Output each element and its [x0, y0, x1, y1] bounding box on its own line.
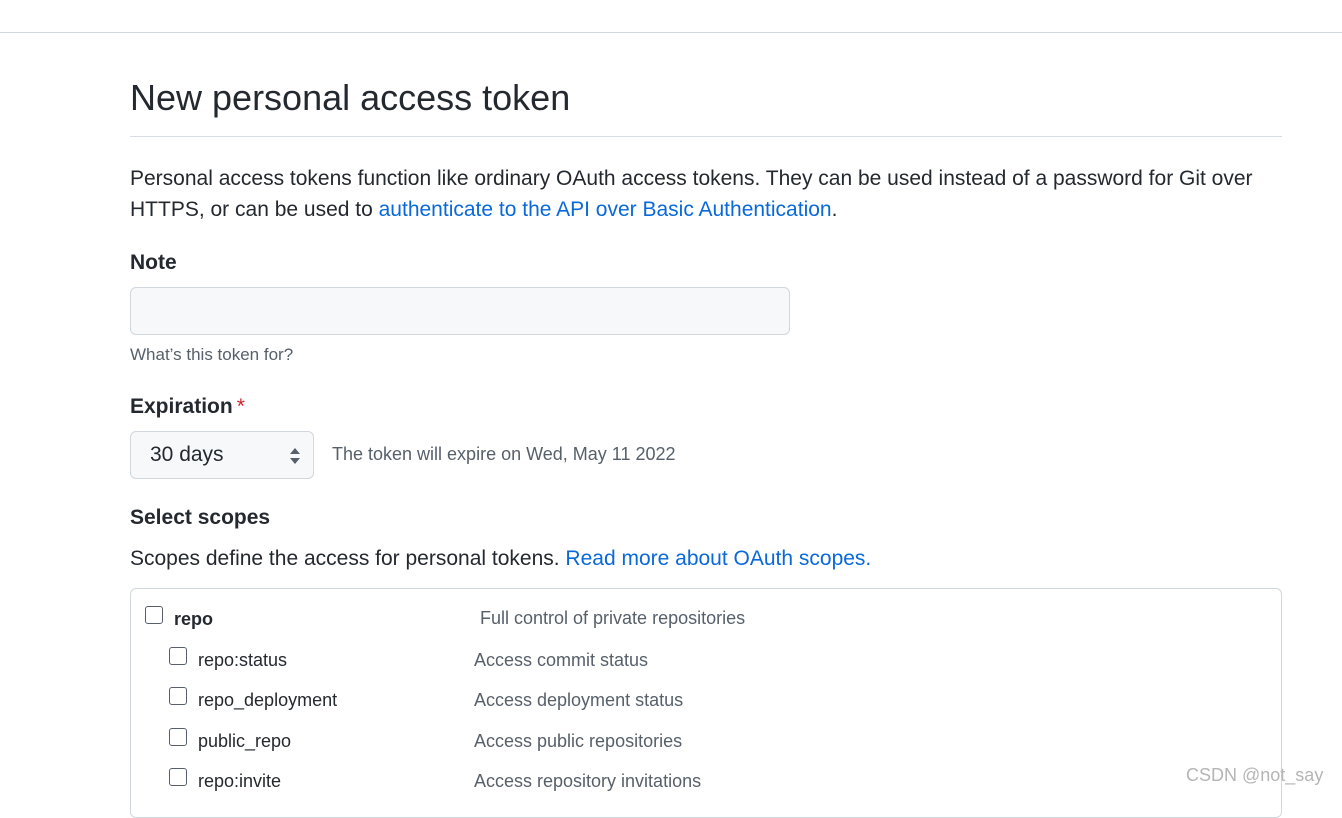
scope-row-repo-invite: repo:invite Access repository invitation… [131, 766, 1281, 796]
intro-text-end: . [831, 198, 838, 221]
scope-checkbox-public-repo[interactable] [169, 728, 187, 746]
scope-row-public-repo: public_repo Access public repositories [131, 726, 1281, 756]
scope-name: repo [174, 609, 214, 629]
expiration-label-row: Expiration * [130, 394, 245, 420]
scope-desc: Access deployment status [474, 690, 684, 710]
expiration-select-value: 30 days [150, 443, 224, 466]
scope-desc: Full control of private repositories [480, 608, 746, 628]
scope-checkbox-repo-status[interactable] [169, 647, 187, 665]
scope-row-repo-deployment: repo_deployment Access deployment status [131, 685, 1281, 715]
expiration-note: The token will expire on Wed, May 11 202… [332, 444, 676, 464]
note-label: Note [130, 251, 177, 274]
scope-row-repo: repo Full control of private repositorie… [131, 603, 1281, 633]
intro-paragraph: Personal access tokens function like ord… [130, 163, 1270, 225]
expiration-label: Expiration [130, 395, 233, 418]
scope-name: public_repo [198, 731, 292, 751]
scope-desc: Access public repositories [474, 731, 683, 751]
expiration-select[interactable]: 30 days [130, 431, 314, 479]
title-divider [130, 136, 1282, 137]
select-scopes-label: Select scopes [130, 506, 271, 529]
watermark: CSDN @not_say [1186, 765, 1324, 785]
scope-checkbox-repo-invite[interactable] [169, 768, 187, 786]
scope-checkbox-repo-deployment[interactable] [169, 687, 187, 705]
scope-name: repo:status [198, 650, 288, 670]
scope-checkbox-repo[interactable] [145, 606, 163, 624]
scopes-desc-text: Scopes define the access for personal to… [130, 547, 566, 570]
basic-auth-link[interactable]: authenticate to the API over Basic Authe… [379, 198, 832, 221]
oauth-scopes-link[interactable]: Read more about OAuth scopes. [565, 547, 871, 570]
scopes-description: Scopes define the access for personal to… [130, 545, 871, 573]
page-title: New personal access token [130, 77, 571, 118]
scope-row-repo-status: repo:status Access commit status [131, 645, 1281, 675]
scope-desc: Access commit status [474, 650, 649, 670]
scope-name: repo:invite [198, 771, 282, 791]
scope-name: repo_deployment [198, 690, 338, 710]
top-header-bar [0, 0, 1342, 33]
note-input[interactable] [130, 287, 790, 335]
scope-desc: Access repository invitations [474, 771, 702, 791]
scopes-list: repo Full control of private repositorie… [130, 588, 1282, 818]
note-hint: What’s this token for? [130, 345, 294, 364]
select-arrows-icon [290, 448, 300, 464]
required-marker: * [236, 395, 245, 418]
